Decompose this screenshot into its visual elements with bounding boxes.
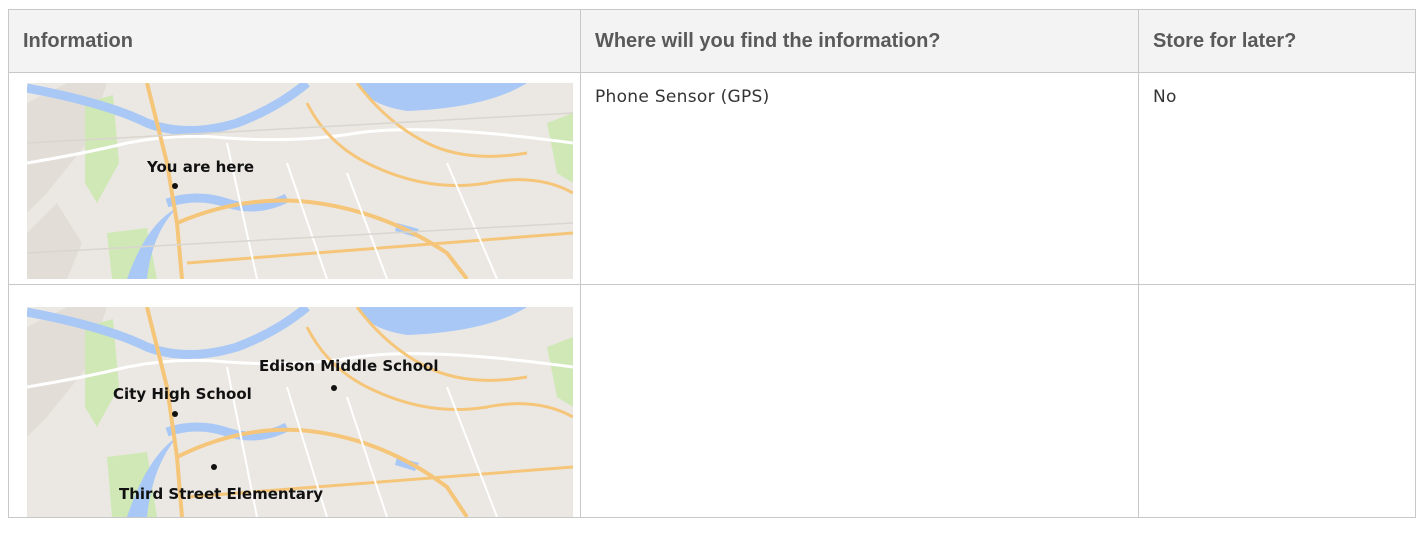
school-marker	[211, 464, 217, 470]
where-text	[581, 285, 1138, 299]
school-marker	[172, 411, 178, 417]
information-table: Information Where will you find the info…	[8, 9, 1416, 518]
map-image: You are here	[27, 83, 573, 279]
store-cell	[1137, 284, 1416, 518]
header-row: Information Where will you find the info…	[8, 9, 1416, 73]
table-row: You are here Phone Sensor (GPS) No	[8, 72, 1416, 285]
map-image: Edison Middle School City High School Th…	[27, 307, 573, 517]
where-cell	[579, 284, 1139, 518]
where-text: Phone Sensor (GPS)	[594, 87, 770, 107]
where-cell: Phone Sensor (GPS)	[579, 72, 1139, 285]
map-label-edison: Edison Middle School	[259, 357, 438, 375]
store-text: No	[1152, 87, 1177, 107]
header-information: Information	[8, 9, 581, 73]
map-label-third-street: Third Street Elementary	[119, 485, 323, 503]
header-store: Store for later?	[1137, 9, 1416, 73]
location-marker	[172, 183, 178, 189]
map-label-city-high: City High School	[113, 385, 252, 403]
information-cell: You are here	[8, 72, 581, 285]
map-label-you-are-here: You are here	[146, 158, 254, 176]
header-where: Where will you find the information?	[579, 9, 1139, 73]
school-marker	[331, 385, 337, 391]
table-row: Edison Middle School City High School Th…	[8, 284, 1416, 518]
store-cell: No	[1137, 72, 1416, 285]
store-text	[1139, 285, 1415, 299]
information-cell: Edison Middle School City High School Th…	[8, 284, 581, 518]
